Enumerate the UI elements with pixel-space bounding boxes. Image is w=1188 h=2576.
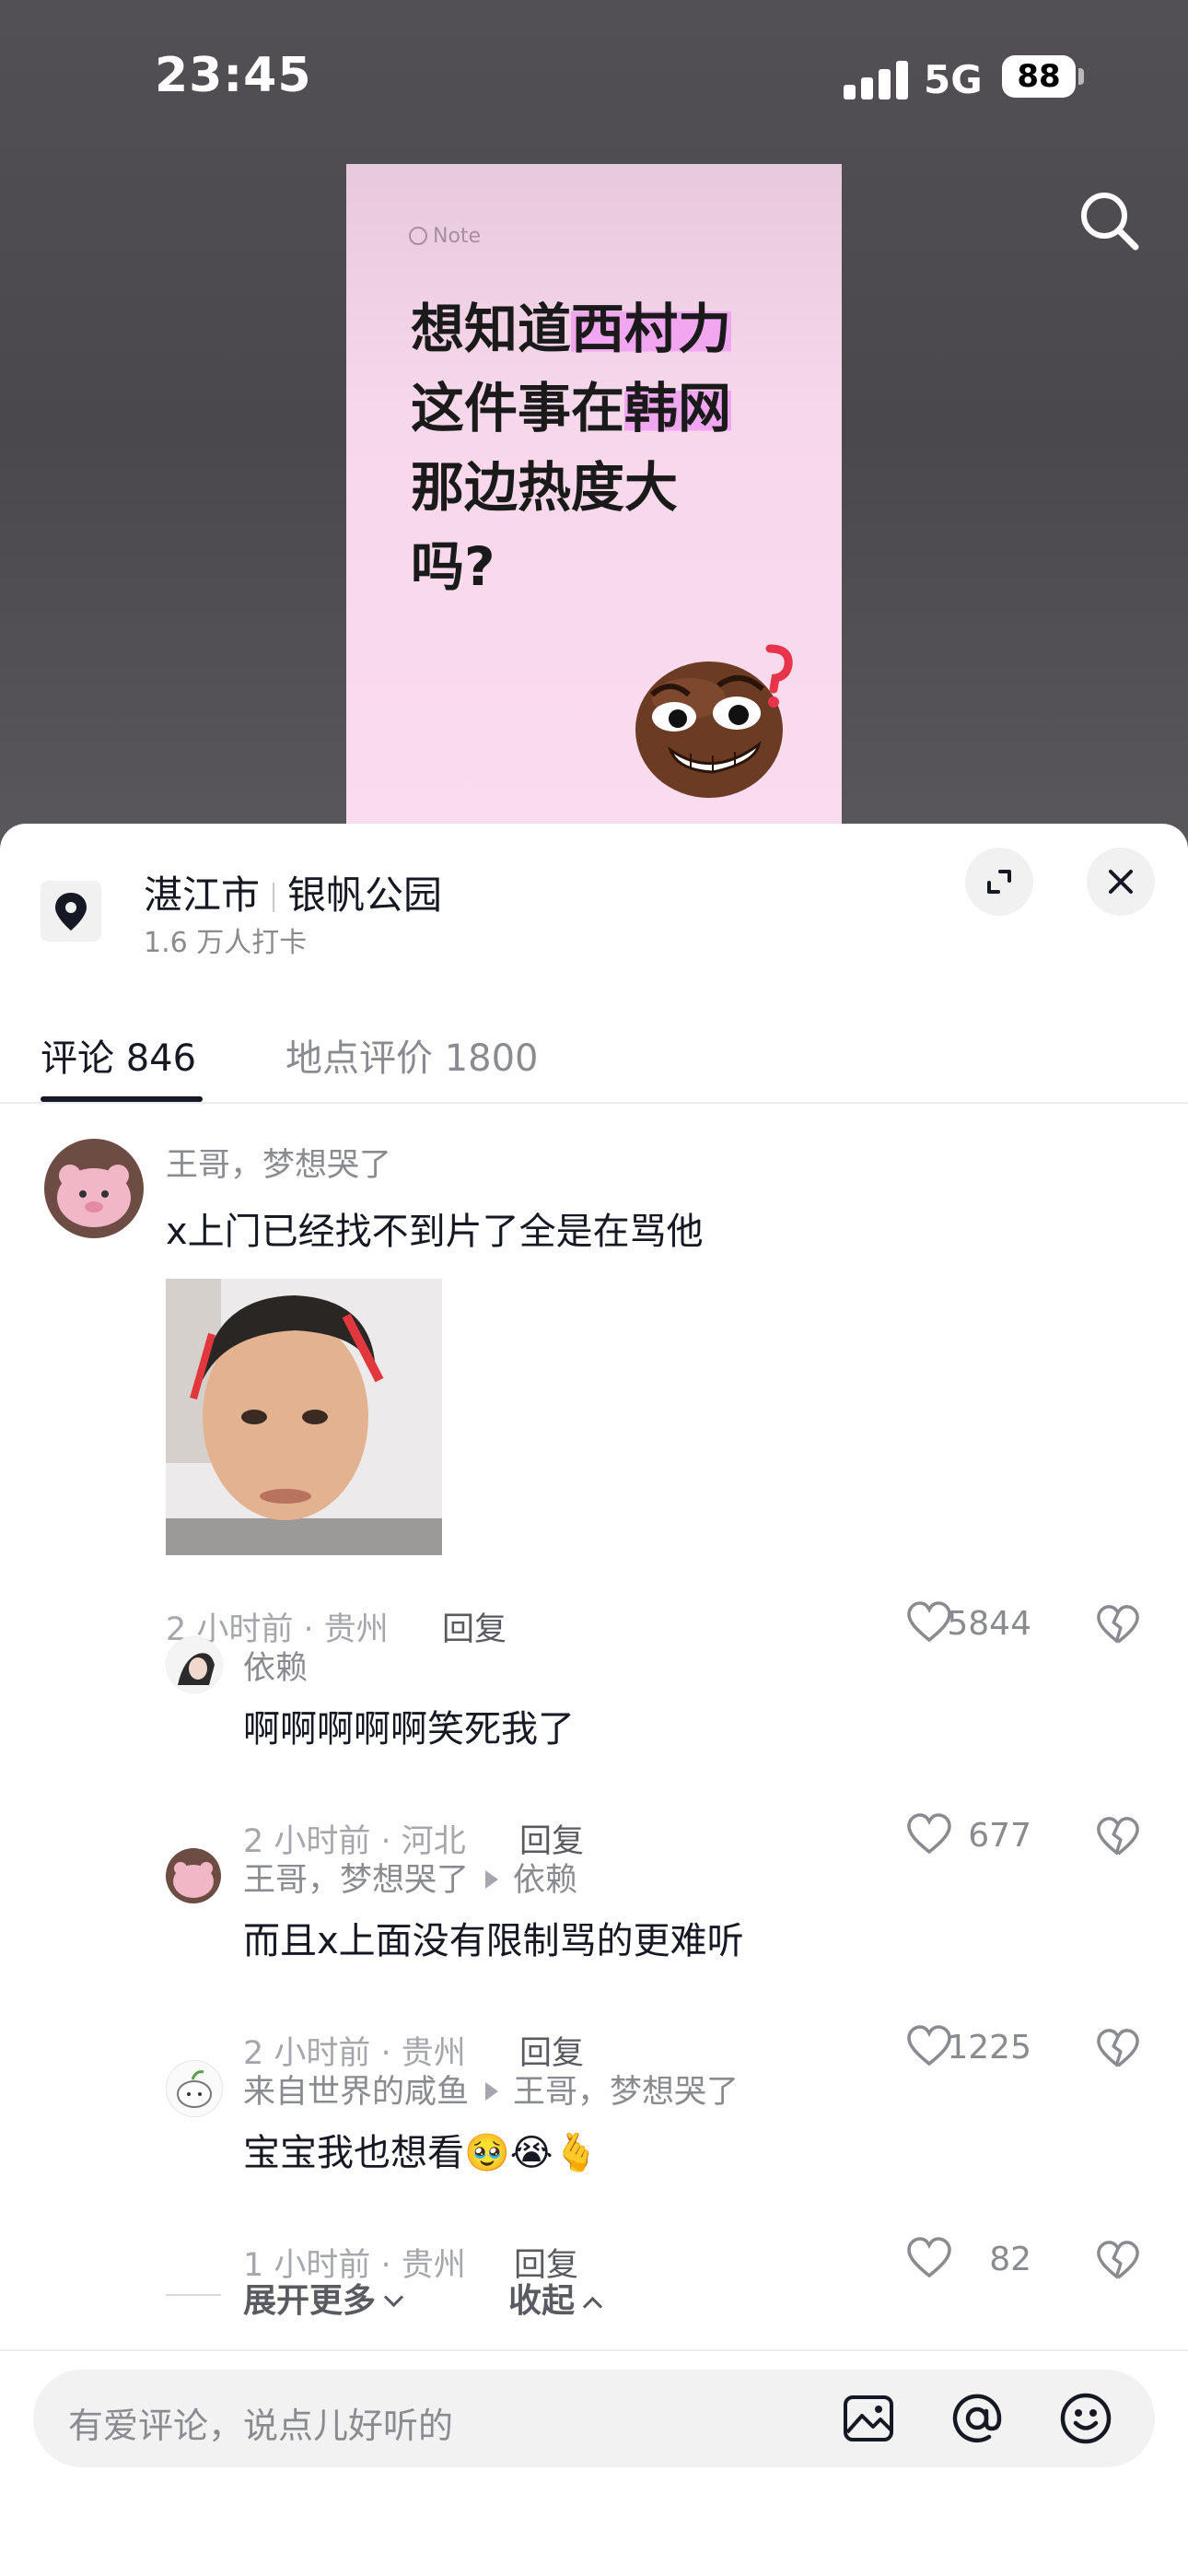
avatar[interactable] [166, 1636, 223, 1693]
note-line: 那边热度大 [411, 456, 679, 519]
close-icon [1109, 870, 1133, 894]
like-button[interactable]: 5844 [829, 1601, 1031, 1645]
heart-icon [907, 2237, 951, 2278]
heart-icon [907, 1601, 951, 1643]
search-icon[interactable] [1073, 184, 1147, 258]
comment-sheet: 湛江市 银帆公园 1.6 万人打卡 评论 846 地点评价 1800 王哥，梦想哭… [0, 824, 1188, 2576]
image-icon[interactable] [842, 2392, 895, 2445]
like-button[interactable]: 1225 [847, 2025, 1031, 2069]
status-time: 23:45 [155, 48, 312, 103]
note-card: Note 想知道西村力 这件事在韩网 那边热度大 吗? [346, 164, 842, 866]
reply-username[interactable]: 王哥，梦想哭了 依赖 [243, 1854, 577, 1901]
reply-arrow-icon [485, 1870, 499, 1889]
chevron-down-icon [383, 2287, 404, 2308]
checkin-count: 1.6 万人打卡 [144, 927, 308, 959]
close-button[interactable] [1087, 848, 1155, 916]
location-city: 湛江市 [144, 872, 261, 918]
avatar[interactable] [166, 1848, 221, 1903]
comment-image[interactable] [166, 1279, 442, 1555]
reply-text: 啊啊啊啊啊笑死我了 [243, 1708, 575, 1751]
at-icon[interactable] [950, 2392, 1004, 2445]
reply-button[interactable]: 回复 [442, 1603, 507, 1650]
battery-icon: 88 [1002, 55, 1076, 98]
tab-place-reviews[interactable]: 地点评价 1800 [285, 1028, 539, 1082]
tab-comments[interactable]: 评论 846 [41, 1028, 196, 1082]
note-line: 这件事在韩网 [411, 377, 732, 439]
chevron-up-icon [582, 2296, 603, 2317]
avatar[interactable] [44, 1139, 144, 1238]
like-button[interactable]: 677 [866, 1813, 1031, 1857]
location-pin-icon [41, 881, 101, 942]
comment-username[interactable]: 王哥，梦想哭了 [166, 1139, 391, 1186]
heart-icon [907, 1813, 951, 1855]
expand-more-button[interactable]: 展开更多 [243, 2274, 404, 2322]
note-text: 想知道西村力 这件事在韩网 那边热度大 吗? [411, 289, 732, 606]
avatar[interactable] [166, 2060, 223, 2117]
broken-heart-icon[interactable] [1096, 2239, 1140, 2283]
broken-heart-icon[interactable] [1096, 1603, 1140, 1647]
note-tag: Note [409, 225, 481, 248]
signal-icon [844, 59, 910, 100]
comment-text: x上门已经找不到片了全是在骂他 [166, 1211, 704, 1253]
network-type: 5G [924, 57, 983, 102]
like-count: 82 [989, 2241, 1031, 2278]
reply-text: 宝宝我也想看🥹😭🫰 [243, 2132, 600, 2174]
battery-level: 88 [1017, 58, 1061, 95]
note-line: 想知道西村力 [411, 298, 732, 360]
collapse-button[interactable]: 收起 [508, 2274, 603, 2322]
comment-input-placeholder: 有爱评论，说点儿好听的 [68, 2406, 454, 2446]
divider [0, 2349, 1188, 2351]
expand-icon [987, 870, 1011, 894]
reply-arrow-icon [485, 2082, 499, 2101]
emoji-icon[interactable] [1059, 2392, 1112, 2445]
reply-username[interactable]: 来自世界的咸鱼 王哥，梦想哭了 [243, 2066, 739, 2113]
separator [273, 883, 275, 912]
like-button[interactable]: 82 [903, 2237, 1031, 2281]
location-title[interactable]: 湛江市 银帆公园 [144, 864, 442, 920]
reply-username[interactable]: 依赖 [243, 1642, 308, 1689]
status-bar: 23:45 5G 88 [0, 0, 1188, 157]
battery-tip [1078, 68, 1084, 85]
heart-icon [907, 2025, 951, 2067]
like-count: 5844 [947, 1605, 1031, 1643]
note-line: 吗? [411, 535, 495, 598]
like-count: 1225 [947, 2029, 1031, 2067]
broken-heart-icon[interactable] [1096, 1815, 1140, 1859]
reply-to-username: 王哥，梦想哭了 [513, 2074, 740, 2111]
note-circle-icon [409, 227, 427, 245]
divider [0, 1102, 1188, 1104]
location-place: 银帆公园 [287, 872, 443, 918]
comment-input[interactable]: 有爱评论，说点儿好听的 [33, 2370, 1155, 2467]
expand-button[interactable] [965, 848, 1033, 916]
divider [166, 2294, 221, 2296]
reply-to-username: 依赖 [513, 1862, 578, 1899]
broken-heart-icon[interactable] [1096, 2027, 1140, 2071]
reply-text: 而且x上面没有限制骂的更难听 [243, 1920, 744, 1962]
like-count: 677 [968, 1817, 1031, 1855]
grimace-emoji-icon [635, 644, 793, 798]
